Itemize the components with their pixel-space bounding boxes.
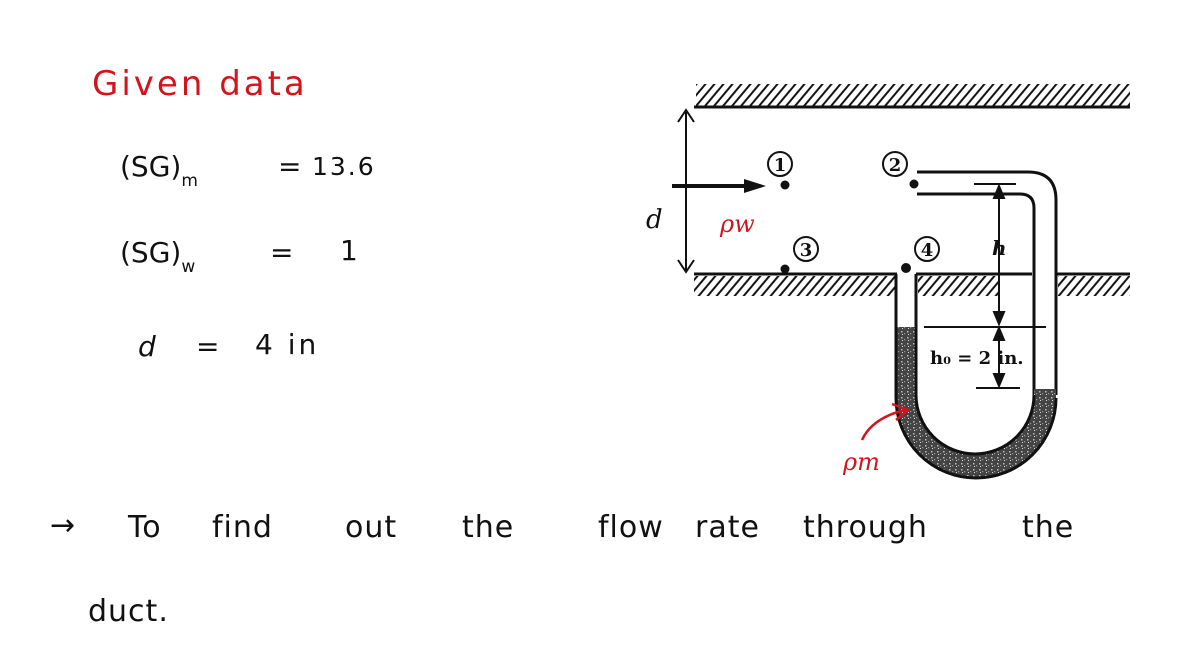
dimension-d-arrow (677, 108, 695, 274)
word: the (1022, 510, 1075, 545)
word: rate (695, 510, 760, 545)
word: out (345, 510, 398, 545)
word: find (212, 510, 273, 545)
word: To (128, 510, 162, 545)
word: through (803, 510, 928, 545)
arrow-bullet: → (50, 508, 77, 543)
h0-label: h₀ = 2 in. (930, 348, 1024, 369)
h-dimension (924, 183, 1046, 328)
point-4: 4 (901, 236, 940, 273)
point-1: 1 (767, 151, 793, 190)
duct-bottom-wall (694, 272, 1130, 296)
duct-top-wall (694, 84, 1130, 109)
h-label: h (992, 236, 1007, 260)
duct-manometer-diagram: d ρw 1 2 3 4 h h₀ = 2 in. ρm (646, 84, 1130, 480)
objective-line-2: duct. (88, 594, 169, 629)
point-2: 2 (882, 151, 919, 189)
density-water-label: ρw (719, 210, 755, 238)
word: flow (598, 510, 664, 545)
svg-text:3: 3 (800, 240, 813, 261)
word: the (462, 510, 515, 545)
density-manometer-label: ρm (842, 448, 880, 476)
svg-text:2: 2 (889, 155, 902, 176)
point-3: 3 (780, 236, 819, 274)
svg-text:4: 4 (921, 240, 934, 261)
svg-text:1: 1 (774, 155, 787, 176)
dimension-d-label: d (646, 205, 663, 235)
